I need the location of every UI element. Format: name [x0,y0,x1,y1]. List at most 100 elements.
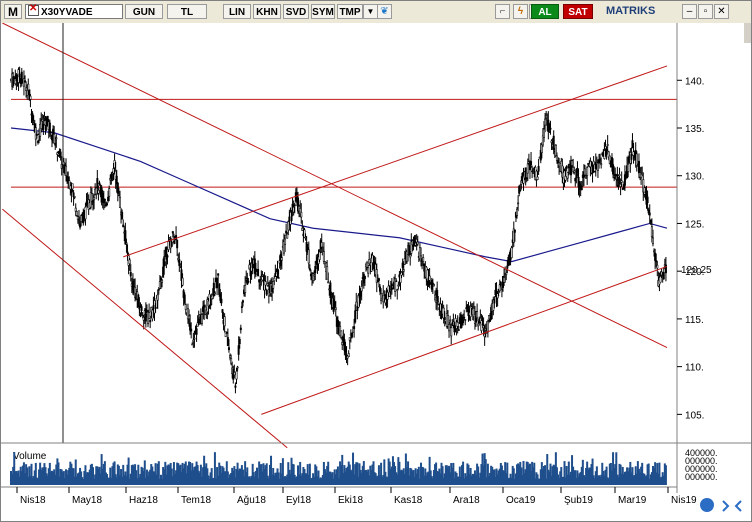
dropdown-arrow-icon[interactable]: ▼ [363,4,378,19]
scale-button[interactable]: LIN [223,4,251,19]
candle-body [18,73,21,78]
candle-body [617,185,620,187]
candle-body [98,182,101,185]
candle-body [544,118,547,126]
symbol-checkbox-icon[interactable]: ✕ [28,3,39,16]
minimize-icon[interactable]: – [682,4,697,19]
candle-body [93,196,96,201]
candle-body [524,167,527,180]
time-tick-label: Haz18 [129,495,158,506]
candle-body [436,290,439,302]
candle-body [347,353,350,358]
candle-body [34,127,37,140]
candle-body [161,279,164,283]
candle-body [287,221,290,231]
candle-body [416,241,419,245]
candle-body [258,279,261,283]
candle-body [129,272,132,277]
candle-body [635,153,638,166]
candle-body [591,163,594,174]
symbol-label: X30YVADE [41,7,93,18]
candle-body [388,291,391,297]
candle-body [507,256,510,266]
candle-body [482,325,485,329]
candle-body [277,277,280,279]
candle-body [247,280,250,283]
toolbar: M ✕ X30YVADE GUN TL LIN KHN SVD SYM TMP ▼… [1,1,751,24]
candle-body [26,89,29,96]
candle-body [149,320,152,323]
candle-body [481,323,484,326]
maximize-icon[interactable]: ▫ [698,4,713,19]
candle-body [464,319,467,321]
candle-body [80,215,83,222]
candle-body [285,230,288,234]
candle-body [386,291,389,300]
candle-body [108,188,111,197]
candle-body [329,282,332,299]
candle-body [293,204,296,207]
lightning-icon[interactable]: ϟ [513,4,528,19]
candle-body [96,178,99,189]
price-tick-label: 110. [685,363,704,374]
candle-body [142,317,145,321]
candle-body [110,173,113,181]
candle-body [116,182,119,194]
candle-body [69,185,72,190]
matriks-menu-button[interactable]: M [4,4,22,19]
vertical-scrollbar[interactable] [744,23,751,43]
candle-body [107,196,110,202]
candle-body [308,268,311,270]
candle-body [360,286,363,292]
price-axis[interactable] [677,23,751,493]
candle-body [216,277,219,289]
svd-button[interactable]: SVD [283,4,309,19]
candle-body [31,113,34,121]
sell-button[interactable]: SAT [563,4,593,19]
candle-body [549,127,552,130]
candle-body [313,274,316,277]
volume-bar [664,465,667,485]
candle-body [327,281,330,284]
price-chart[interactable]: 140.135.130.125.120.115.110.105. 120.25 … [1,23,751,521]
candle-body [599,158,602,161]
sym-button[interactable]: SYM [311,4,335,19]
period-button[interactable]: GUN [125,4,163,19]
candle-body [112,168,115,174]
candle-body [409,254,412,258]
candle-body [218,283,221,295]
candle-body [462,319,465,323]
buy-button[interactable]: AL [531,4,559,19]
candle-body [580,187,583,191]
sync-icon[interactable] [700,498,714,512]
symbol-field[interactable]: ✕ X30YVADE [25,3,123,19]
candle-body [593,170,596,173]
twitter-icon[interactable]: ❦ [377,4,392,19]
candle-body [493,298,496,304]
candle-body [516,208,519,216]
candle-body [97,190,100,194]
close-icon[interactable]: ✕ [714,4,729,19]
currency-button[interactable]: TL [167,4,207,19]
candle-body [428,275,431,281]
candle-body [651,237,654,245]
khn-button[interactable]: KHN [253,4,281,19]
candle-body [513,229,516,233]
time-tick-label: Tem18 [181,495,211,506]
candle-body [336,319,339,328]
candle-body [234,385,237,388]
candle-body [59,151,62,158]
candle-body [576,170,579,172]
candle-body [449,319,452,322]
candle-body [630,154,633,160]
candle-body [353,326,356,329]
candle-body [366,262,369,268]
tmp-button[interactable]: TMP [337,4,363,19]
volume-label: Volume [13,451,47,462]
candle-body [545,115,548,119]
pin-icon[interactable]: ⌐ [495,4,510,19]
candle-body [166,255,169,258]
candle-body [121,211,124,219]
time-tick-label: May18 [72,495,102,506]
candle-body [318,251,321,260]
